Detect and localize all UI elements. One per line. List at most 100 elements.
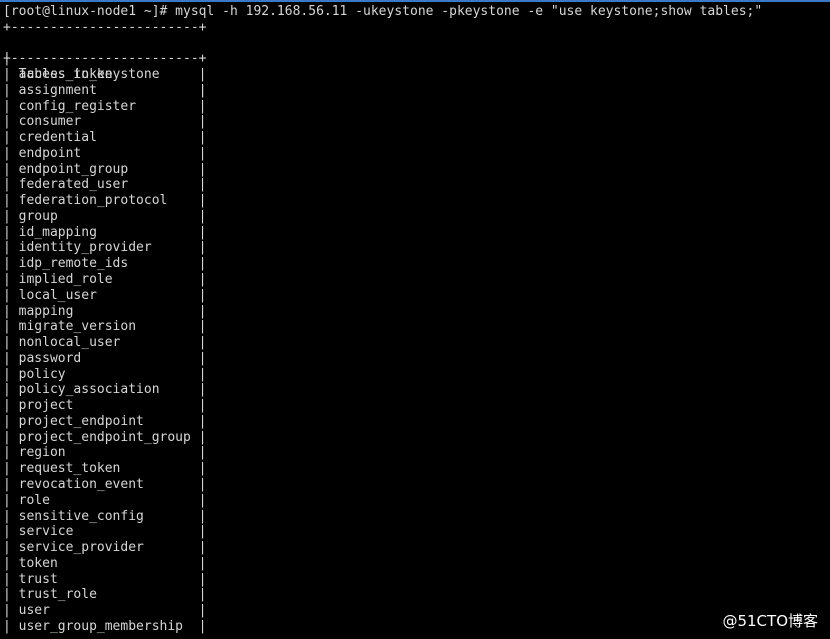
table-row: | service_provider | bbox=[3, 540, 762, 556]
table-row: | idp_remote_ids | bbox=[3, 256, 762, 272]
pipe: | bbox=[3, 224, 11, 240]
table-name: assignment bbox=[18, 82, 97, 98]
pipe: | bbox=[3, 193, 11, 209]
pipe: | bbox=[3, 555, 11, 571]
table-name: trust bbox=[18, 571, 58, 587]
pipe: | bbox=[3, 429, 11, 445]
table-row: | trust_role | bbox=[3, 587, 762, 603]
table-name: project_endpoint bbox=[18, 413, 144, 429]
table-row: | federated_user | bbox=[3, 177, 762, 193]
table-row: | request_token | bbox=[3, 461, 762, 477]
table-name: sensitive_config bbox=[18, 508, 144, 524]
pipe: | bbox=[3, 145, 11, 161]
table-name: mapping bbox=[18, 303, 74, 319]
pipe: | bbox=[198, 287, 207, 303]
pipe: | bbox=[198, 571, 207, 587]
pipe: | bbox=[198, 114, 207, 130]
table-row: | config_register | bbox=[3, 99, 762, 115]
table-row: | user | bbox=[3, 603, 762, 619]
table-name: federated_user bbox=[18, 177, 129, 193]
pipe: | bbox=[198, 398, 207, 414]
pipe: | bbox=[3, 398, 11, 414]
pipe: | bbox=[3, 540, 11, 556]
table-row: | trust | bbox=[3, 572, 762, 588]
pipe: | bbox=[3, 350, 11, 366]
pipe: | bbox=[198, 524, 207, 540]
table-row: | credential | bbox=[3, 130, 762, 146]
command-line: [root@linux-node1 ~]# mysql -h 192.168.5… bbox=[3, 4, 763, 19]
table-row: | identity_provider | bbox=[3, 240, 762, 256]
table-name: project bbox=[18, 398, 74, 414]
pipe: | bbox=[3, 114, 11, 130]
table-row: | assignment | bbox=[3, 83, 762, 99]
table-border-top: +------------------------+ bbox=[3, 19, 207, 35]
table-name: user_group_membership bbox=[18, 618, 184, 634]
table-name: consumer bbox=[18, 114, 82, 130]
pipe: | bbox=[198, 98, 207, 114]
table-row: | sensitive_config | bbox=[3, 509, 762, 525]
table-name: federation_protocol bbox=[18, 193, 168, 209]
pipe: | bbox=[3, 272, 11, 288]
pipe: | bbox=[198, 492, 207, 508]
pipe: | bbox=[3, 161, 11, 177]
table-name: trust_role bbox=[18, 587, 97, 603]
pipe: | bbox=[198, 145, 207, 161]
table-row: | role | bbox=[3, 493, 762, 509]
pipe: | bbox=[3, 366, 11, 382]
window-top-border bbox=[0, 0, 830, 2]
pipe: | bbox=[198, 508, 207, 524]
table-row: | policy_association | bbox=[3, 382, 762, 398]
pipe: | bbox=[198, 429, 207, 445]
pipe: | bbox=[198, 193, 207, 209]
table-row: | local_user | bbox=[3, 288, 762, 304]
table-name: local_user bbox=[18, 287, 97, 303]
pipe: | bbox=[3, 492, 11, 508]
pipe: | bbox=[198, 177, 207, 193]
pipe: | bbox=[198, 161, 207, 177]
table-name: idp_remote_ids bbox=[18, 256, 129, 272]
pipe: | bbox=[3, 240, 11, 256]
table-name: implied_role bbox=[18, 272, 113, 288]
table-name: request_token bbox=[18, 461, 121, 477]
table-row: | implied_role | bbox=[3, 272, 762, 288]
table-row: | password | bbox=[3, 351, 762, 367]
table-row: | consumer | bbox=[3, 114, 762, 130]
table-row: | project | bbox=[3, 398, 762, 414]
pipe: | bbox=[3, 177, 11, 193]
pipe: | bbox=[3, 335, 11, 351]
pipe: | bbox=[3, 82, 11, 98]
terminal-output[interactable]: [root@linux-node1 ~]# mysql -h 192.168.5… bbox=[3, 4, 762, 635]
table-name: migrate_version bbox=[18, 319, 137, 335]
pipe: | bbox=[3, 587, 11, 603]
table-row: | endpoint_group | bbox=[3, 162, 762, 178]
pipe: | bbox=[3, 524, 11, 540]
table-name: role bbox=[18, 492, 50, 508]
table-row: | migrate_version | bbox=[3, 319, 762, 335]
table-name: endpoint bbox=[18, 145, 82, 161]
table-name: endpoint_group bbox=[18, 161, 129, 177]
table-row: | user_group_membership | bbox=[3, 619, 762, 635]
pipe: | bbox=[198, 587, 207, 603]
pipe: | bbox=[198, 476, 207, 492]
pipe: | bbox=[3, 461, 11, 477]
table-row: | nonlocal_user | bbox=[3, 335, 762, 351]
pipe: | bbox=[198, 130, 207, 146]
table-row: | region | bbox=[3, 445, 762, 461]
table-name: config_register bbox=[18, 98, 137, 114]
pipe: | bbox=[3, 382, 11, 398]
table-name: access_token bbox=[18, 67, 113, 83]
table-row: | project_endpoint | bbox=[3, 414, 762, 430]
table-row: | endpoint | bbox=[3, 146, 762, 162]
pipe: | bbox=[198, 413, 207, 429]
pipe: | bbox=[198, 540, 207, 556]
pipe: | bbox=[198, 319, 207, 335]
table-name: credential bbox=[18, 130, 97, 146]
pipe: | bbox=[198, 256, 207, 272]
pipe: | bbox=[3, 208, 11, 224]
table-name: policy_association bbox=[18, 382, 160, 398]
table-name: token bbox=[18, 555, 58, 571]
table-header-row: | Tables_in_keystone | bbox=[3, 36, 762, 98]
pipe: | bbox=[198, 366, 207, 382]
pipe: | bbox=[198, 350, 207, 366]
table-name: user bbox=[18, 603, 50, 619]
